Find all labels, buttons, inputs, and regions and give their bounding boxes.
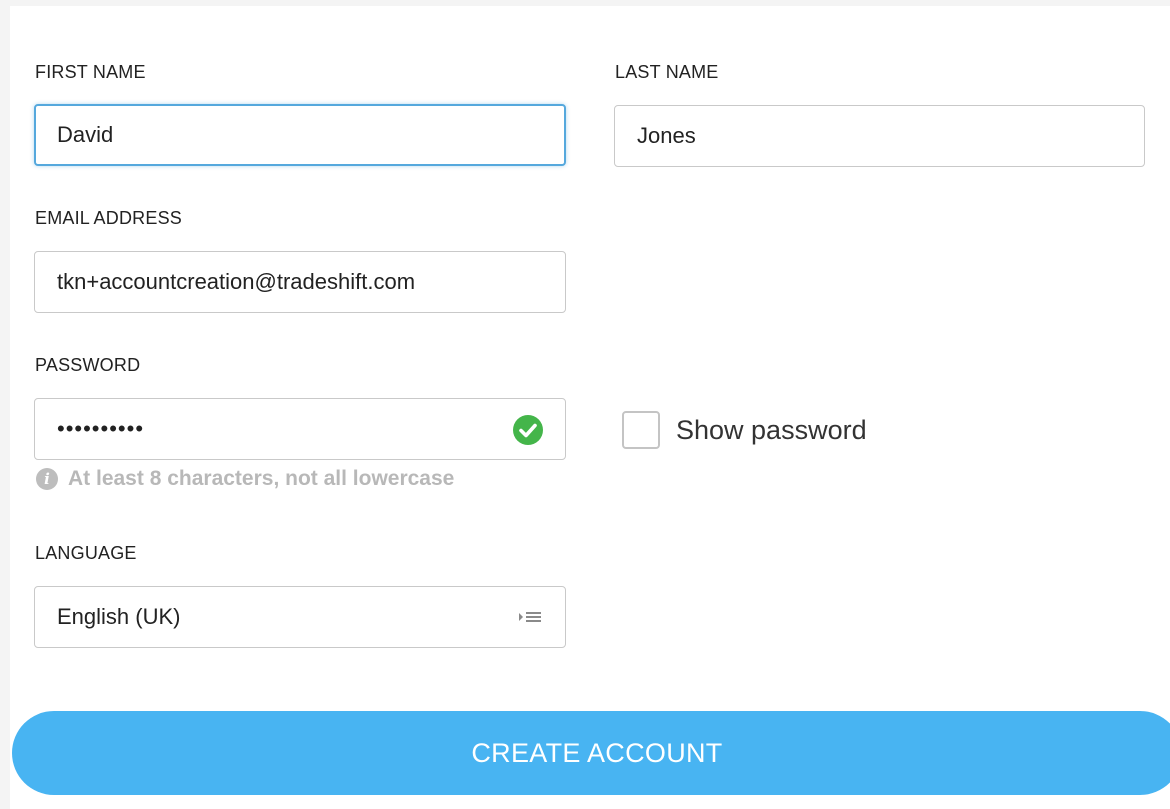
select-list-icon bbox=[517, 609, 543, 625]
password-hint: i At least 8 characters, not all lowerca… bbox=[36, 467, 454, 491]
password-label: PASSWORD bbox=[35, 355, 141, 375]
password-hint-text: At least 8 characters, not all lowercase bbox=[68, 467, 455, 490]
password-input[interactable] bbox=[34, 398, 566, 460]
first-name-input[interactable] bbox=[34, 104, 566, 166]
language-selected-value: English (UK) bbox=[57, 604, 181, 629]
language-select[interactable]: English (UK) bbox=[34, 586, 566, 648]
email-input[interactable] bbox=[34, 251, 566, 313]
show-password-checkbox[interactable] bbox=[622, 411, 660, 449]
show-password-toggle[interactable]: Show password bbox=[622, 411, 867, 449]
check-circle-icon bbox=[513, 415, 543, 445]
info-icon: i bbox=[36, 468, 58, 490]
email-label: EMAIL ADDRESS bbox=[35, 208, 182, 228]
first-name-label: FIRST NAME bbox=[35, 62, 146, 82]
show-password-label[interactable]: Show password bbox=[676, 415, 867, 446]
language-label: LANGUAGE bbox=[35, 543, 137, 563]
create-account-button[interactable]: CREATE ACCOUNT bbox=[12, 711, 1170, 795]
last-name-label: LAST NAME bbox=[615, 62, 719, 82]
last-name-input[interactable] bbox=[614, 105, 1145, 167]
